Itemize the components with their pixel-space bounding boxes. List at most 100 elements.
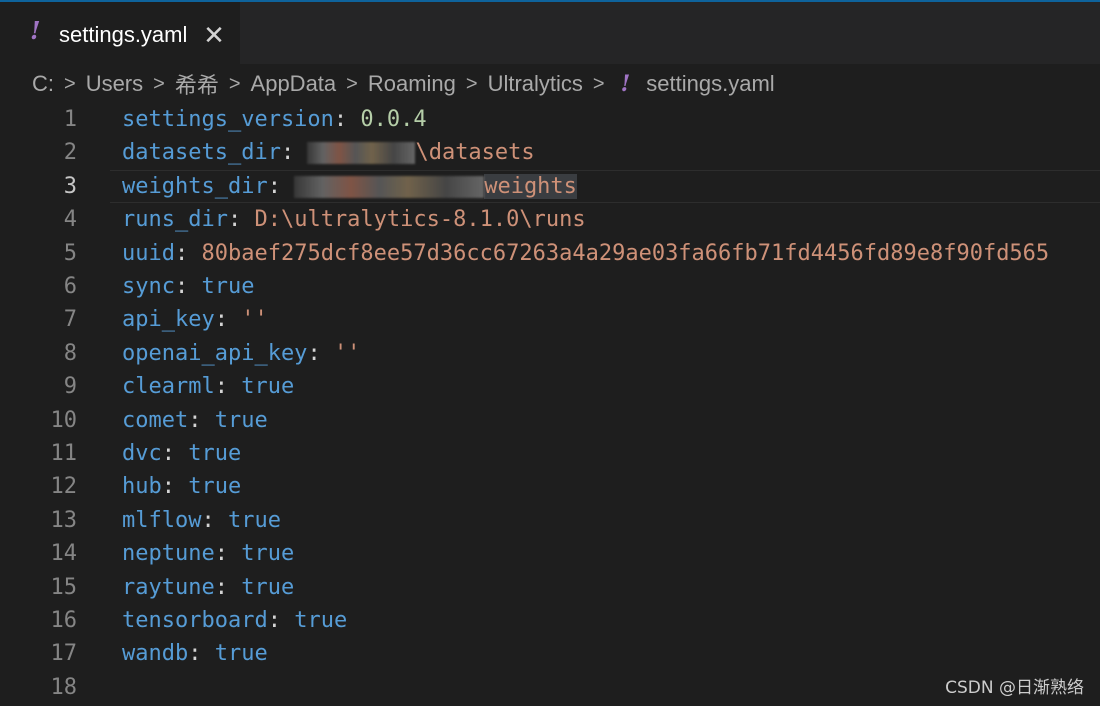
code-content: raytune: true [122, 571, 294, 604]
yaml-colon: : [267, 608, 295, 633]
code-line[interactable]: 13 mlflow: true [0, 504, 1100, 537]
code-content: openai_api_key: '' [122, 337, 360, 370]
line-number: 4 [63, 207, 77, 233]
code-line[interactable]: 2 datasets_dir: \datasets [0, 136, 1100, 169]
yaml-colon: : [333, 107, 361, 132]
code-content: clearml: true [122, 370, 294, 403]
code-line[interactable]: 3 weights_dir: weights [0, 169, 1100, 203]
breadcrumb: C: > Users > 希希 > AppData > Roaming > Ul… [32, 68, 775, 100]
yaml-key: dvc [122, 441, 162, 466]
line-number: 14 [50, 541, 78, 567]
line-number: 6 [63, 274, 77, 299]
yaml-value: true [241, 374, 295, 400]
line-number: 2 [63, 140, 77, 166]
yaml-value: 0.0.4 [360, 107, 427, 132]
breadcrumb-item-appdata[interactable]: AppData [251, 71, 337, 97]
yaml-colon: : [267, 173, 295, 199]
yaml-colon: : [188, 407, 215, 433]
code-content: uuid: 80baef275dcf8ee57d36cc67263a4a29ae… [122, 237, 1049, 270]
yaml-value: true [188, 441, 242, 466]
code-line[interactable]: 17 wandb: true [0, 637, 1100, 670]
yaml-colon: : [174, 240, 202, 266]
breadcrumb-item-roaming[interactable]: Roaming [368, 71, 456, 97]
code-line[interactable]: 7 api_key: '' [0, 303, 1100, 336]
yaml-colon: : [214, 541, 242, 567]
line-number: 17 [50, 641, 78, 667]
yaml-value: '' [241, 307, 268, 333]
code-content: wandb: true [122, 637, 268, 670]
yaml-colon: : [161, 474, 189, 500]
yaml-exclamation-icon: ! [620, 71, 631, 97]
code-line[interactable]: 5 uuid: 80baef275dcf8ee57d36cc67263a4a29a… [0, 237, 1100, 270]
code-line[interactable]: 11 dvc: true [0, 437, 1100, 470]
line-number: 8 [63, 340, 77, 366]
yaml-key: neptune [122, 541, 215, 567]
chevron-right-icon: > [228, 72, 241, 95]
code-line[interactable]: 12 hub: true [0, 470, 1100, 503]
line-number: 10 [50, 407, 78, 433]
code-line[interactable]: 18 [0, 671, 1100, 704]
yaml-colon: : [214, 307, 242, 333]
code-line[interactable]: 9 clearml: true [0, 370, 1100, 403]
yaml-colon: : [280, 140, 308, 166]
yaml-key: sync [122, 274, 175, 299]
code-line[interactable]: 16 tensorboard: true [0, 604, 1100, 637]
chevron-right-icon: > [592, 72, 605, 95]
yaml-value: 80baef275dcf8ee57d36cc67263a4a29ae03fa66… [201, 240, 1050, 266]
breadcrumb-item-username[interactable]: 希希 [175, 68, 219, 100]
yaml-value: true [241, 541, 295, 567]
watermark: CSDN @日渐熟络 [945, 678, 1084, 698]
breadcrumb-item-drive[interactable]: C: [32, 71, 54, 97]
code-line[interactable]: 15 raytune: true [0, 571, 1100, 604]
tab-settings-yaml[interactable]: ! settings.yaml ✕ [0, 2, 240, 64]
yaml-value: true [214, 407, 268, 433]
yaml-exclamation-icon: ! [30, 16, 41, 45]
yaml-value: true [241, 574, 295, 600]
line-number: 9 [63, 374, 77, 400]
tab-label: settings.yaml [59, 22, 188, 47]
line-number: 3 [63, 173, 77, 199]
yaml-key: settings_version [122, 107, 334, 132]
code-content: neptune: true [122, 537, 294, 570]
code-content: settings_version: 0.0.4 [122, 103, 427, 136]
yaml-value: '' [333, 340, 361, 366]
code-line[interactable]: 1 settings_version: 0.0.4 [0, 103, 1100, 136]
yaml-colon: : [174, 274, 202, 299]
yaml-value: true [188, 474, 242, 500]
breadcrumb-item-users[interactable]: Users [86, 71, 143, 97]
yaml-colon: : [201, 507, 228, 533]
code-editor[interactable]: 1 settings_version: 0.0.4 2 datasets_dir: \… [0, 103, 1100, 706]
code-line[interactable]: 8 openai_api_key: '' [0, 337, 1100, 370]
close-icon[interactable]: ✕ [202, 20, 226, 50]
code-line[interactable]: 6 sync: true [0, 270, 1100, 303]
yaml-key: clearml [122, 374, 215, 400]
yaml-key: hub [122, 474, 162, 500]
yaml-value: true [201, 274, 255, 299]
code-content: dvc: true [122, 437, 241, 470]
yaml-value: true [294, 608, 348, 633]
yaml-key: weights_dir [122, 173, 268, 199]
yaml-colon: : [227, 207, 255, 233]
code-line[interactable]: 10 comet: true [0, 404, 1100, 437]
yaml-value: weights [484, 173, 577, 199]
editor-tab-bar: ! settings.yaml ✕ [0, 2, 1100, 64]
breadcrumb-item-file[interactable]: settings.yaml [646, 71, 774, 97]
code-content: weights_dir: weights [122, 170, 577, 203]
yaml-key: uuid [122, 240, 175, 266]
redacted-path-blur [307, 142, 416, 165]
yaml-key: openai_api_key [122, 340, 308, 366]
line-number: 1 [63, 107, 77, 132]
code-line[interactable]: 4 runs_dir: D:\ultralytics-8.1.0\runs [0, 203, 1100, 236]
line-number: 15 [50, 574, 78, 600]
breadcrumb-item-ultralytics[interactable]: Ultralytics [488, 71, 583, 97]
yaml-value: D:\ultralytics-8.1.0\runs [254, 207, 586, 233]
code-content: datasets_dir: \datasets [122, 136, 535, 169]
yaml-key: mlflow [122, 507, 202, 533]
line-number: 11 [50, 441, 78, 466]
code-content: runs_dir: D:\ultralytics-8.1.0\runs [122, 203, 586, 236]
yaml-value: true [214, 641, 268, 667]
code-line[interactable]: 14 neptune: true [0, 537, 1100, 570]
yaml-key: datasets_dir [122, 140, 281, 166]
yaml-colon: : [161, 441, 189, 466]
chevron-right-icon: > [346, 72, 358, 95]
